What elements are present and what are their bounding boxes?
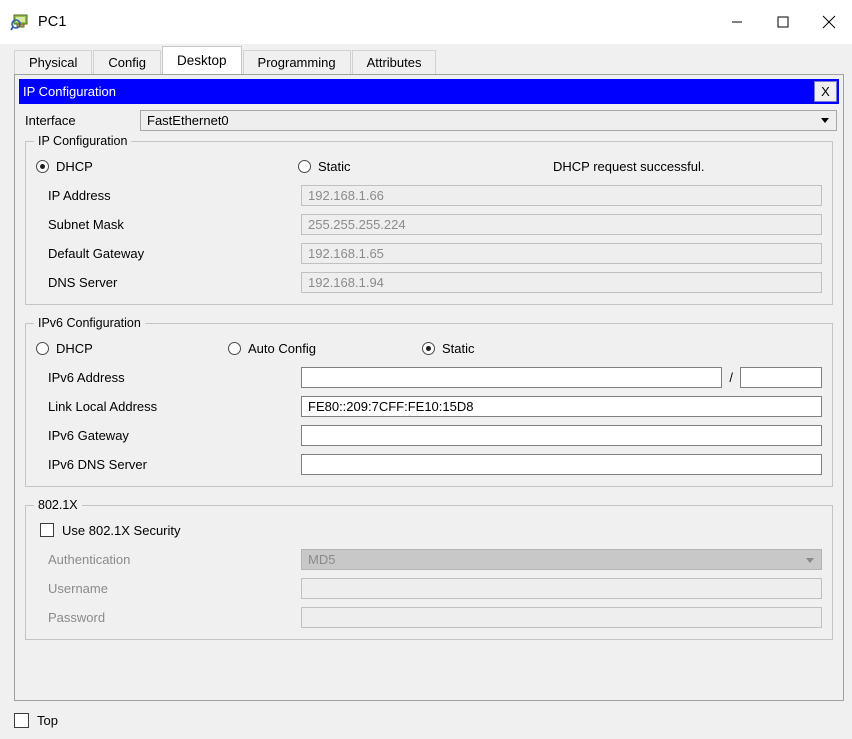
authentication-select-value: MD5 [308,552,336,567]
ipv6-radio-auto-config-label: Auto Config [248,340,316,356]
ipv6-configuration-group: IPv6 Configuration DHCP Auto Config Stat… [25,316,833,487]
dot1x-group: 802.1X Use 802.1X Security Authenticatio… [25,498,833,640]
desktop-tab-content: IP Configuration X Interface FastEtherne… [0,74,852,739]
ip-configuration-panel: IP Configuration X Interface FastEtherne… [14,74,844,701]
interface-select[interactable]: FastEthernet0 [140,109,837,131]
default-gateway-input: 192.168.1.65 [301,243,822,264]
ip-address-input: 192.168.1.66 [301,185,822,206]
ipv6-radio-dhcp[interactable]: DHCP [36,341,228,356]
radio-auto-config-indicator [228,341,241,355]
chevron-down-icon [821,118,829,123]
radio-ipv6-static-indicator [422,341,435,355]
tab-physical[interactable]: Physical [14,50,93,74]
tab-desktop[interactable]: Desktop [162,46,242,74]
top-checkbox-label: Top [37,712,58,728]
ipv6-radio-auto-config[interactable]: Auto Config [228,341,422,356]
link-local-address-row: Link Local Address FE80::209:7CFF:FE10:1… [36,395,822,418]
dns-server-label: DNS Server [48,275,118,290]
default-gateway-row: Default Gateway 192.168.1.65 [36,242,822,265]
ipv4-mode-row: DHCP Static DHCP request successful. [36,154,822,178]
chevron-down-icon [806,557,814,563]
use-dot1x-security-label: Use 802.1X Security [62,522,181,538]
ipv4-radio-static[interactable]: Static [298,159,553,174]
top-checkbox[interactable] [14,712,29,728]
ipv4-group-title: IP Configuration [34,134,132,148]
radio-dhcp-indicator [36,159,49,173]
tab-bar: Physical Config Desktop Programming Attr… [0,44,852,74]
ipv6-dns-server-row: IPv6 DNS Server [36,453,822,476]
authentication-row: Authentication MD5 [36,548,822,571]
password-row: Password [36,606,822,629]
close-icon[interactable] [806,0,852,44]
tab-physical-label: Physical [29,55,78,70]
tab-config-label: Config [108,55,146,70]
dns-server-row: DNS Server 192.168.1.94 [36,271,822,294]
ipv6-radio-dhcp-label: DHCP [56,340,93,356]
password-input [301,607,822,628]
dialog-close-button[interactable]: X [814,81,837,102]
interface-select-value: FastEthernet0 [147,112,229,128]
use-dot1x-security-checkbox[interactable]: Use 802.1X Security [40,518,822,542]
username-input [301,578,822,599]
authentication-label: Authentication [48,552,131,567]
ipv6-mode-row: DHCP Auto Config Static [36,336,822,360]
ipv6-gateway-input[interactable] [301,425,822,446]
dot1x-group-title: 802.1X [34,498,82,512]
subnet-mask-input: 255.255.255.224 [301,214,822,235]
ip-address-label: IP Address [48,188,111,203]
tab-desktop-label: Desktop [177,53,227,68]
username-label: Username [48,581,108,596]
link-local-address-label: Link Local Address [48,399,158,414]
dns-server-input: 192.168.1.94 [301,272,822,293]
pc-device-icon [10,12,30,32]
dhcp-status-message: DHCP request successful. [553,158,705,174]
ipv6-radio-static[interactable]: Static [422,341,475,356]
ip-address-row: IP Address 192.168.1.66 [36,184,822,207]
tab-attributes[interactable]: Attributes [351,50,437,74]
subnet-mask-label: Subnet Mask [48,217,124,232]
ipv6-prefix-input[interactable] [740,367,822,388]
interface-label: Interface [25,112,76,128]
window-title: PC1 [38,13,67,30]
tab-programming-label: Programming [257,55,336,70]
ipv6-gateway-row: IPv6 Gateway [36,424,822,447]
ipv6-dns-server-label: IPv6 DNS Server [48,457,147,472]
ipv6-address-label: IPv6 Address [48,370,125,385]
ipv6-address-input[interactable] [301,367,723,388]
pc-properties-window: PC1 Physical Config Desktop Programming … [0,0,852,739]
window-titlebar: PC1 [0,0,852,44]
ipv4-radio-dhcp-label: DHCP [56,158,93,174]
tab-attributes-label: Attributes [366,55,422,70]
ipv6-radio-static-label: Static [442,340,475,356]
ipv6-dns-server-input[interactable] [301,454,822,475]
maximize-icon[interactable] [760,0,806,44]
minimize-icon[interactable] [714,0,760,44]
ipv4-radio-static-label: Static [318,158,351,174]
ipv6-gateway-label: IPv6 Gateway [48,428,129,443]
interface-row: Interface FastEthernet0 [25,109,837,131]
dialog-titlebar: IP Configuration X [19,79,839,104]
tab-programming[interactable]: Programming [242,50,351,74]
subnet-mask-row: Subnet Mask 255.255.255.224 [36,213,822,236]
ipv6-prefix-separator: / [729,370,733,385]
ipv6-group-title: IPv6 Configuration [34,316,145,330]
ipv6-address-row: IPv6 Address / [36,366,822,389]
dialog-title: IP Configuration [23,84,116,99]
window-footer: Top [0,701,852,739]
authentication-select: MD5 [301,549,822,570]
tab-config[interactable]: Config [93,50,161,74]
radio-ipv6-dhcp-indicator [36,341,49,355]
link-local-address-input[interactable]: FE80::209:7CFF:FE10:15D8 [301,396,822,417]
ipv4-configuration-group: IP Configuration DHCP Static DHCP reques… [25,134,833,305]
checkbox-indicator [40,523,54,537]
password-label: Password [48,610,106,625]
radio-static-indicator [298,159,311,173]
ipv4-radio-dhcp[interactable]: DHCP [36,159,298,174]
default-gateway-label: Default Gateway [48,246,145,261]
username-row: Username [36,577,822,600]
